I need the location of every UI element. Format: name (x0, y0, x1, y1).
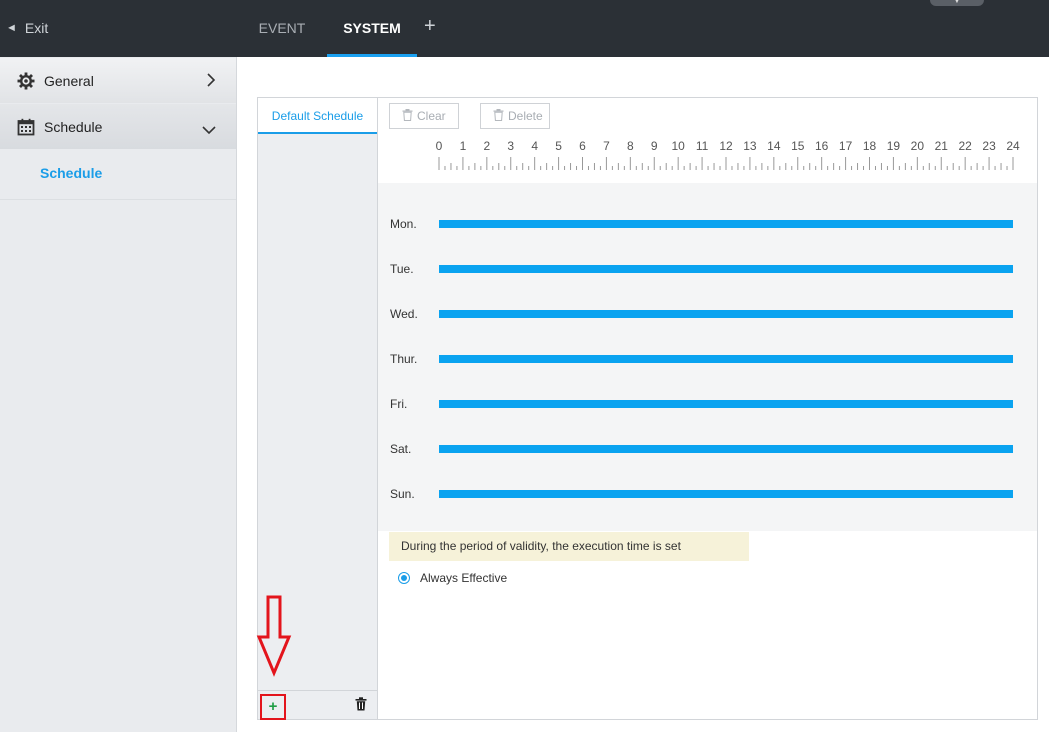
day-label: Sun. (390, 487, 415, 501)
trash-icon[interactable] (355, 697, 367, 716)
schedule-list: Default Schedule + (256, 98, 378, 720)
exit-arrow-icon: ◄ (6, 22, 17, 34)
clear-label: Clear (417, 109, 446, 123)
radio-dot (401, 575, 407, 581)
schedule-bar-tue[interactable] (439, 265, 1013, 273)
hour-tick-label: 19 (887, 139, 901, 153)
sidebar-subitem-label: Schedule (40, 165, 103, 181)
day-label: Sat. (390, 442, 411, 456)
tab-system-label: SYSTEM (343, 20, 401, 36)
tab-event[interactable]: EVENT (248, 0, 316, 57)
hour-tick-label: 0 (436, 139, 443, 153)
hour-tick-label: 21 (935, 139, 949, 153)
trash-icon (402, 108, 413, 124)
sidebar-item-schedule[interactable]: Schedule (0, 104, 236, 149)
hour-tick-label: 1 (460, 139, 467, 153)
validity-note: During the period of validity, the execu… (389, 532, 749, 561)
hour-tick-label: 3 (507, 139, 514, 153)
timeline-ruler: 0 1 2 3 4 5 6 7 8 9 10 11 12 13 14 15 16 17 18 19 20 21 22 23 24 (378, 134, 1037, 180)
schedule-list-item-default[interactable]: Default Schedule (258, 98, 377, 134)
hour-tick-label: 11 (696, 139, 709, 153)
schedule-bar-sat[interactable] (439, 445, 1013, 453)
always-effective-radio[interactable] (398, 572, 410, 584)
day-label: Thur. (390, 352, 417, 366)
schedule-bar-sun[interactable] (439, 490, 1013, 498)
hour-tick-label: 24 (1006, 139, 1020, 153)
hour-tick-label: 13 (743, 139, 757, 153)
schedule-bar-fri[interactable] (439, 400, 1013, 408)
trash-icon (493, 108, 504, 124)
collapse-handle[interactable]: ▼ (930, 0, 984, 6)
add-tab-button[interactable]: + (424, 15, 436, 38)
add-schedule-button[interactable]: + (260, 694, 286, 720)
hour-tick-label: 5 (555, 139, 562, 153)
schedule-bar-wed[interactable] (439, 310, 1013, 318)
exit-label: Exit (24, 20, 49, 36)
delete-button[interactable]: Delete (480, 103, 550, 129)
hour-tick-label: 6 (579, 139, 586, 153)
sidebar-item-label: General (44, 72, 94, 89)
hour-tick-label: 17 (839, 139, 853, 153)
always-effective-label: Always Effective (420, 571, 508, 585)
clear-button[interactable]: Clear (389, 103, 459, 129)
chevron-right-icon (206, 73, 216, 92)
schedule-panel: Default Schedule + Clear Delete 0 1 2 3 … (256, 97, 1038, 720)
sidebar-item-label: Schedule (44, 118, 103, 135)
hour-tick-label: 8 (627, 139, 634, 153)
hour-tick-label: 15 (791, 139, 805, 153)
hour-tick-label: 7 (603, 139, 610, 153)
schedule-bar-thur[interactable] (439, 355, 1013, 363)
sidebar: General Schedule Schedule (0, 57, 237, 732)
sidebar-subitem-schedule[interactable]: Schedule (0, 149, 236, 200)
day-label: Fri. (390, 397, 407, 411)
day-label: Tue. (390, 262, 414, 276)
hour-tick-label: 12 (719, 139, 733, 153)
hour-tick-label: 4 (531, 139, 538, 153)
red-down-arrow-annotation (256, 595, 292, 677)
hour-tick-label: 2 (483, 139, 490, 153)
weekly-schedule-chart[interactable]: Mon. Tue. Wed. Thur. Fri. Sat. Sun. (378, 183, 1037, 531)
gear-icon (16, 71, 36, 91)
schedule-list-footer: + (258, 690, 377, 720)
top-bar: ◄ Exit EVENT SYSTEM + ▼ (0, 0, 1049, 57)
day-label: Wed. (390, 307, 418, 321)
hour-tick-label: 10 (671, 139, 685, 153)
active-tab-underline (327, 54, 417, 57)
always-effective-option[interactable]: Always Effective (398, 571, 507, 585)
hour-tick-label: 16 (815, 139, 829, 153)
hour-tick-label: 18 (863, 139, 877, 153)
chevron-down-icon: ▼ (953, 0, 961, 5)
sidebar-item-general[interactable]: General (0, 58, 236, 103)
hour-tick-label: 22 (958, 139, 972, 153)
calendar-icon (16, 117, 36, 137)
hour-tick-label: 9 (651, 139, 658, 153)
tab-system[interactable]: SYSTEM (327, 0, 417, 57)
schedule-bar-mon[interactable] (439, 220, 1013, 228)
day-label: Mon. (390, 217, 417, 231)
hour-tick-label: 20 (911, 139, 925, 153)
exit-button[interactable]: ◄ Exit (6, 20, 48, 36)
chevron-down-icon (202, 122, 216, 140)
hour-tick-label: 23 (982, 139, 996, 153)
delete-label: Delete (508, 109, 543, 123)
hour-tick-label: 14 (767, 139, 781, 153)
